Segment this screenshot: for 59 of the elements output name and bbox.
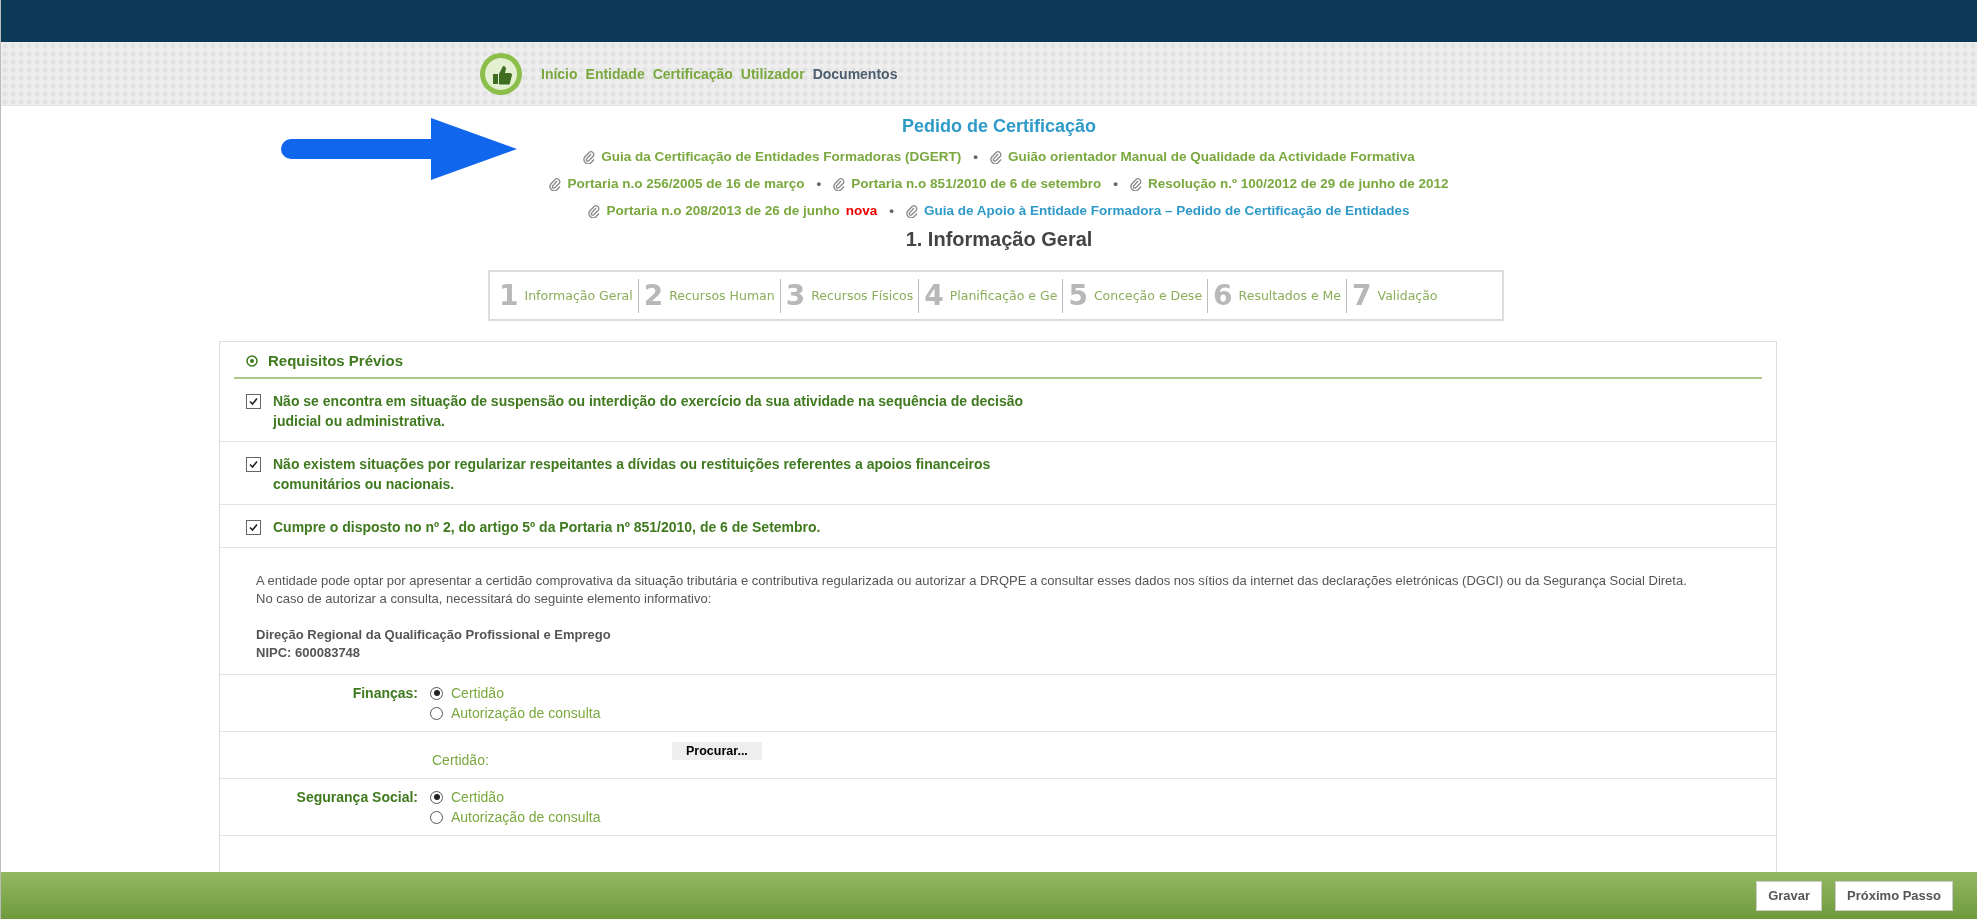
paperclip-icon	[583, 149, 596, 164]
document-link[interactable]: Resolução n.º 100/2012 de 29 de junho de 2012	[1147, 176, 1449, 191]
checkmark-icon	[248, 522, 259, 533]
info-text: No caso de autorizar a consulta, necessitará do seguinte elemento informativo:	[256, 590, 713, 608]
field-label: Segurança Social:	[295, 789, 419, 807]
step-tab[interactable]: 3 Recursos Físicos	[780, 278, 920, 313]
entity-text: Direção Regional da Qualificação Profissional e Emprego	[256, 626, 612, 644]
step-tab[interactable]: 1 Informação Geral	[494, 278, 639, 313]
panel-title: Requisitos Prévios	[268, 352, 404, 369]
step-tab[interactable]: 2 Recursos Human	[638, 278, 781, 313]
section-heading: 1. Informação Geral	[905, 228, 1093, 251]
separator-dot: •	[816, 176, 822, 191]
nav-link[interactable]: Início	[541, 65, 578, 82]
field-label: Certidão:	[432, 751, 490, 768]
checkbox[interactable]	[246, 394, 261, 409]
requirement-text: Cumpre o disposto no nº 2, do artigo 5º da Portaria nº 851/2010, de 6 de Setembro.	[273, 518, 821, 537]
collapse-icon[interactable]	[246, 354, 258, 367]
paperclip-icon	[906, 203, 918, 218]
nav-link[interactable]: Documentos	[812, 65, 898, 82]
radio-option[interactable]: Autorização de consulta	[430, 705, 601, 721]
step-tab[interactable]: 5 Conceção e Dese	[1063, 278, 1209, 313]
requirement-text: Não se encontra em situação de suspensão ou interdição do exercício da sua atividade na sequência de decisão judicial ou administrativa.	[273, 392, 1025, 431]
footer-button[interactable]: Gravar	[1756, 880, 1823, 911]
separator-dot: •	[973, 149, 978, 164]
footer-button[interactable]: Próximo Passo	[1835, 880, 1953, 911]
nav-link[interactable]: Utilizador	[740, 65, 805, 82]
checkmark-icon	[248, 396, 259, 407]
paperclip-icon	[990, 149, 1002, 164]
document-link[interactable]: Portaria n.o 256/2005 de 16 de março	[567, 176, 805, 191]
paperclip-icon	[549, 176, 562, 191]
step-tab[interactable]: 6 Resultados e Me	[1208, 278, 1348, 313]
checkbox[interactable]	[246, 457, 261, 472]
nav-link[interactable]: Entidade	[585, 65, 645, 82]
page-title: Pedido de Certificação	[901, 116, 1097, 137]
document-link[interactable]: Guião orientador Manual de Qualidade da Actividade Formativa	[1008, 149, 1415, 164]
checkbox[interactable]	[246, 520, 261, 535]
document-link[interactable]: Portaria n.o 208/2013 de 26 de junho	[606, 203, 840, 218]
logo-icon[interactable]	[479, 51, 523, 96]
paperclip-icon	[588, 203, 601, 218]
browse-button[interactable]: Procurar...	[672, 742, 762, 760]
requirement-text: Não existem situações por regularizar respeitantes a dívidas ou restituições referentes a apoios financeiros comunitários ou nacionais.	[273, 455, 992, 494]
checkmark-icon	[248, 459, 259, 470]
info-text: A entidade pode optar por apresentar a certidão comprovativa da situação tributária e contributiva regularizada ou autorizar a DRQPE a consultar esses dados nos sítios da internet das declarações eletrónicas (DGCI) ou da Segurança Social Direta.	[256, 572, 1688, 590]
paperclip-icon	[833, 176, 846, 191]
document-link[interactable]: Portaria n.o 851/2010 de 6 de setembro	[851, 176, 1102, 191]
field-label: Finanças:	[351, 685, 419, 703]
radio-option[interactable]: Autorização de consulta	[430, 809, 601, 825]
new-label: nova	[845, 203, 878, 218]
paperclip-icon	[1129, 176, 1142, 191]
separator-dot: •	[889, 203, 894, 218]
step-tab[interactable]: 4 Planificação e Ge	[919, 278, 1064, 313]
nav-link[interactable]: Certificação	[652, 65, 733, 82]
radio-option[interactable]: Certidão	[430, 685, 601, 701]
step-tab[interactable]: 7 Validação	[1347, 278, 1443, 313]
document-link[interactable]: Guia da Certificação de Entidades Formadoras (DGERT)	[601, 149, 962, 164]
radio-option[interactable]: Certidão	[430, 789, 601, 805]
document-link[interactable]: Guia de Apoio à Entidade Formadora – Pedido de Certificação de Entidades	[924, 203, 1410, 218]
entity-text: NIPC: 600083748	[256, 644, 362, 662]
separator-dot: •	[1113, 176, 1118, 191]
